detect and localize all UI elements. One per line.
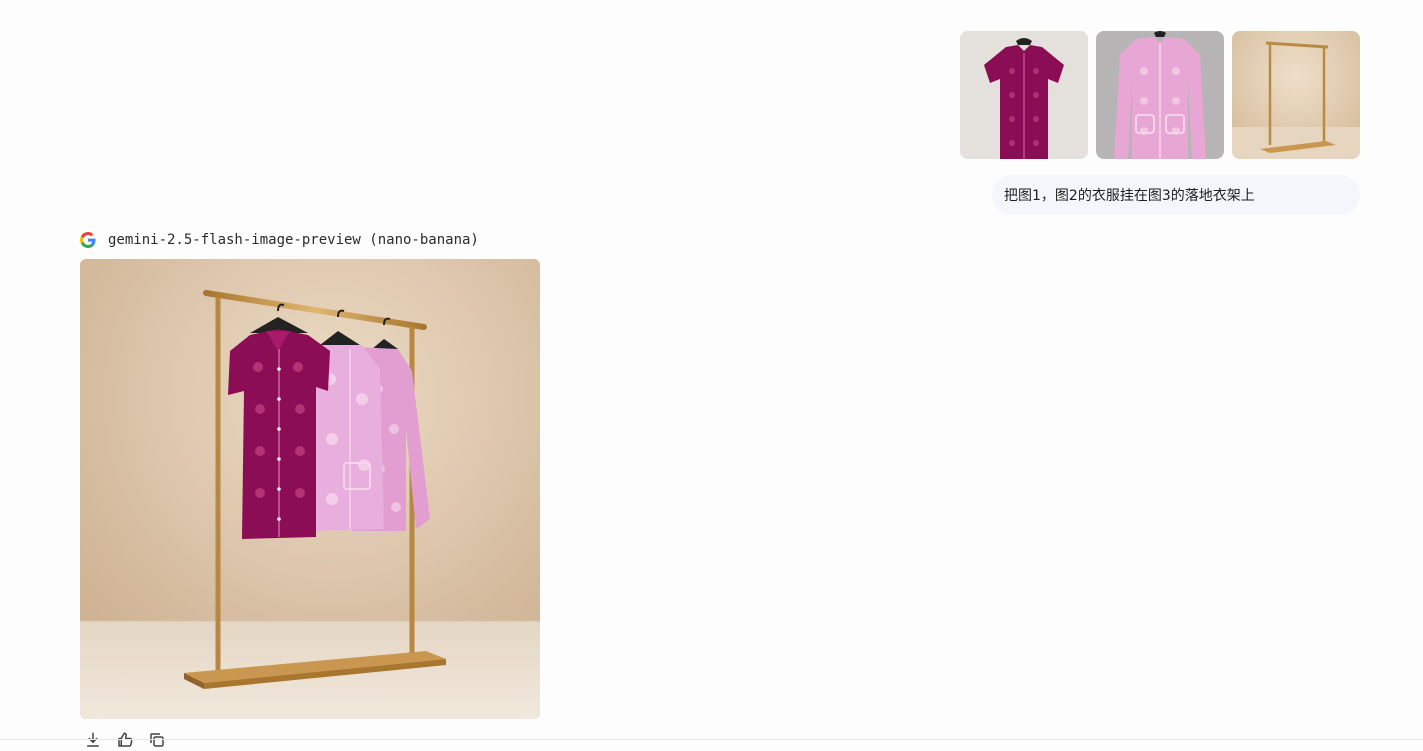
copy-icon[interactable] xyxy=(148,731,166,749)
thumbs-up-icon[interactable] xyxy=(116,731,134,749)
magenta-dress-image xyxy=(960,31,1088,159)
chat-page: 把图1，图2的衣服挂在图3的落地衣架上 gemini-2.5-flash-ima… xyxy=(0,0,1423,751)
generated-image-graphic xyxy=(80,259,540,719)
attachment-thumbnail-1[interactable] xyxy=(960,31,1088,159)
attachment-thumbnail-3[interactable] xyxy=(1232,31,1360,159)
response-actions xyxy=(84,731,166,751)
download-icon[interactable] xyxy=(84,731,102,749)
user-attachments xyxy=(960,31,1360,159)
footer-divider xyxy=(0,739,1423,740)
generated-image[interactable] xyxy=(80,259,540,719)
gold-rack-image xyxy=(1232,31,1360,159)
attachment-thumbnail-2[interactable] xyxy=(1096,31,1224,159)
model-name: gemini-2.5-flash-image-preview (nano-ban… xyxy=(108,232,479,248)
pink-cardigan-image xyxy=(1096,31,1224,159)
user-message-text: 把图1，图2的衣服挂在图3的落地衣架上 xyxy=(1004,188,1255,204)
model-header: gemini-2.5-flash-image-preview (nano-ban… xyxy=(80,232,479,248)
google-g-icon xyxy=(80,232,96,248)
user-message-bubble: 把图1，图2的衣服挂在图3的落地衣架上 xyxy=(992,175,1360,215)
